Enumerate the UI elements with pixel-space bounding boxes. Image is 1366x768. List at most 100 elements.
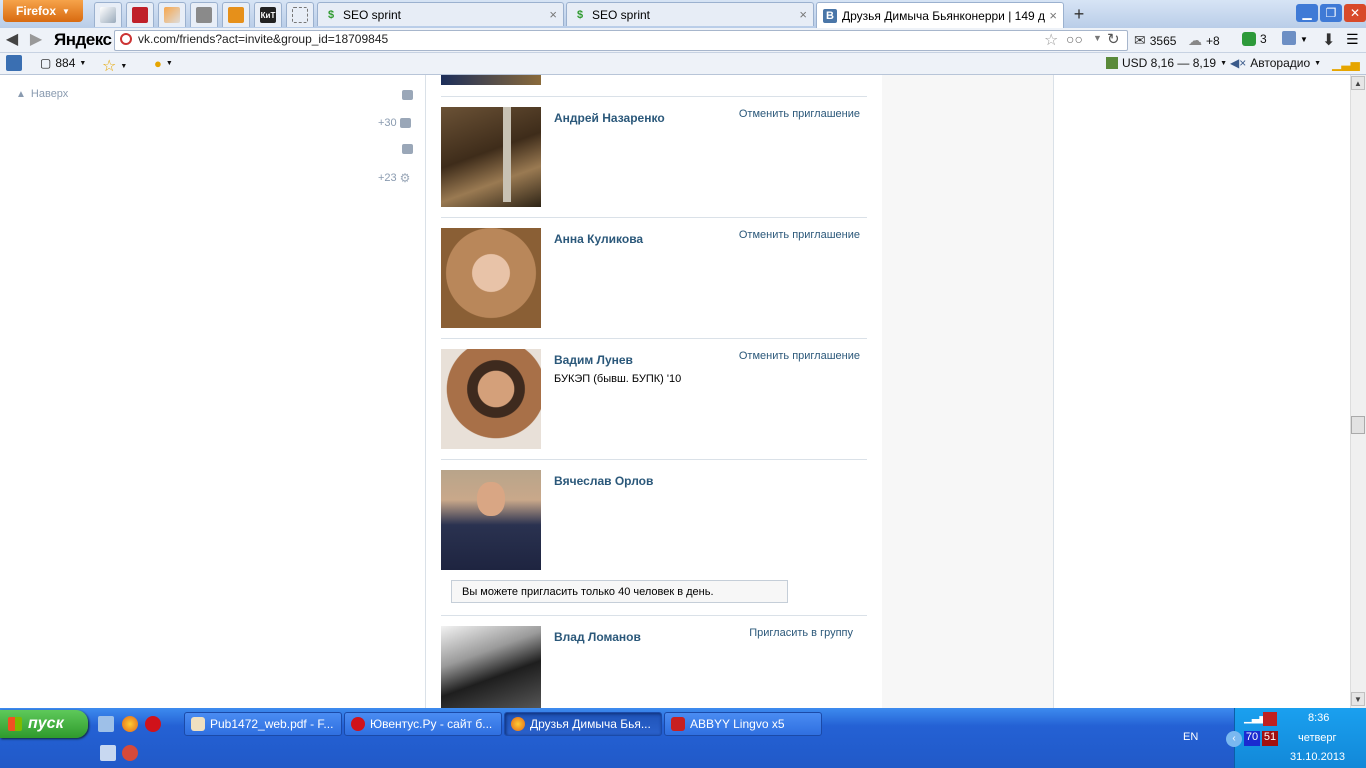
avatar[interactable]: [441, 75, 541, 85]
app-tab-4[interactable]: [190, 2, 218, 27]
weather-widget[interactable]: ☁ +8: [1188, 32, 1220, 49]
close-tab-icon[interactable]: ×: [549, 7, 557, 22]
chat-item[interactable]: ● ▼: [154, 56, 173, 71]
scroll-up-arrow-icon[interactable]: ▲: [1351, 76, 1365, 90]
cancel-invite-link[interactable]: Отменить приглашение: [739, 229, 860, 241]
tab-label: SEO sprint: [343, 7, 402, 22]
forward-arrow-icon[interactable]: ▶: [26, 30, 46, 50]
paper-plane-icon: [164, 7, 180, 23]
reader-glasses-icon[interactable]: ○○: [1066, 31, 1083, 47]
close-tab-icon[interactable]: ×: [1049, 8, 1057, 23]
clock-time[interactable]: 8:36: [1308, 712, 1329, 724]
back-arrow-icon[interactable]: ◀: [2, 30, 22, 50]
url-text[interactable]: vk.com/friends?act=invite&group_id=18709…: [138, 32, 388, 46]
firefox-icon: [511, 717, 525, 731]
start-label: пуск: [28, 715, 64, 732]
taskbar-button-label: Ювентус.Ру - сайт б...: [370, 717, 493, 731]
friends-counter[interactable]: +30: [378, 117, 411, 129]
vk-bar-icon[interactable]: [6, 55, 22, 71]
friend-row: Анна Куликова Отменить приглашение: [441, 218, 867, 339]
clock-weekday: четверг: [1298, 732, 1337, 744]
save-disk-icon[interactable]: [100, 745, 116, 761]
firefox-menu-button[interactable]: Firefox ▼: [3, 0, 83, 22]
start-button[interactable]: пуск: [0, 710, 88, 738]
close-tab-icon[interactable]: ×: [799, 7, 807, 22]
tray-expand-icon[interactable]: ‹: [1226, 731, 1242, 747]
invite-limit-notice: Вы можете пригласить только 40 человек в…: [451, 580, 788, 603]
friend-row: Вадим Лунев БУКЭП (бывш. БУПК) '10 Отмен…: [441, 339, 867, 460]
bookmark-star-icon[interactable]: ☆: [1044, 30, 1058, 50]
currency-widget[interactable]: USD 8,16 — 8,19 ▼: [1106, 56, 1227, 70]
language-indicator[interactable]: EN: [1183, 731, 1198, 743]
close-window-button[interactable]: ✕: [1344, 4, 1366, 22]
site-identity-icon[interactable]: [120, 33, 132, 45]
tool-icon[interactable]: [122, 745, 138, 761]
cpu-temp[interactable]: 70: [1244, 731, 1260, 746]
chevron-down-icon[interactable]: ▼: [1300, 35, 1308, 44]
friends-count: +30: [378, 117, 397, 129]
reload-icon[interactable]: ↻: [1107, 30, 1120, 48]
security-icon[interactable]: [1263, 712, 1277, 726]
seo-sprint-icon: $: [327, 8, 335, 21]
tab-seo-sprint-1[interactable]: $ SEO sprint ×: [317, 2, 564, 26]
show-desktop-icon[interactable]: [98, 716, 114, 732]
radio-widget[interactable]: ◀× Авторадио ▼: [1230, 56, 1321, 70]
app-tab-1[interactable]: [94, 2, 122, 27]
taskbar-button-opera[interactable]: Ювентус.Ру - сайт б...: [344, 712, 502, 736]
friend-name[interactable]: Вадим Лунев: [554, 353, 633, 367]
friend-name[interactable]: Влад Ломанов: [554, 630, 641, 644]
favorites-item[interactable]: ☆ ▼: [102, 56, 127, 76]
speech-bubble-icon: ●: [154, 56, 162, 71]
app-tab-7[interactable]: [286, 2, 314, 27]
firefox-icon[interactable]: [122, 716, 138, 732]
app-tab-3[interactable]: [158, 2, 186, 27]
tab-seo-sprint-2[interactable]: $ SEO sprint ×: [566, 2, 814, 26]
restore-button[interactable]: ❐: [1320, 4, 1342, 22]
opera-icon[interactable]: [145, 716, 161, 732]
bookmarks-count: 884: [55, 56, 76, 70]
messages-link[interactable]: [402, 90, 413, 100]
scrollbar-thumb[interactable]: [1351, 416, 1365, 434]
gpu-temp[interactable]: 51: [1262, 731, 1278, 746]
minimize-button[interactable]: ▁: [1296, 4, 1318, 22]
taskbar-button-pdf[interactable]: Pub1472_web.pdf - F...: [184, 712, 342, 736]
settings-counter[interactable]: +23 ⚙: [378, 171, 410, 185]
friend-name[interactable]: Андрей Назаренко: [554, 111, 665, 125]
app-tab-6[interactable]: КиТ: [254, 2, 282, 27]
yandex-logo[interactable]: Яндекс: [54, 29, 112, 51]
avatar[interactable]: [441, 470, 541, 570]
avatar[interactable]: [441, 349, 541, 449]
friend-name[interactable]: Анна Куликова: [554, 232, 643, 246]
vertical-scrollbar[interactable]: [1350, 75, 1366, 708]
avatar[interactable]: [441, 107, 541, 207]
avatar[interactable]: [441, 626, 541, 708]
notifications-widget[interactable]: 3: [1242, 32, 1267, 46]
envelope-icon: [402, 90, 413, 100]
friend-name[interactable]: Вячеслав Орлов: [554, 474, 653, 488]
menu-icon[interactable]: ☰: [1346, 31, 1359, 48]
scroll-down-arrow-icon[interactable]: ▼: [1351, 692, 1365, 706]
bookmarks-count-item[interactable]: ▢ 884 ▼: [40, 56, 86, 70]
taskbar-button-lingvo[interactable]: ABBYY Lingvo x5: [664, 712, 822, 736]
avatar[interactable]: [441, 228, 541, 328]
cancel-invite-link[interactable]: Отменить приглашение: [739, 108, 860, 120]
invite-to-group-link[interactable]: Пригласить в группу: [749, 627, 853, 639]
chevron-down-icon: ▼: [1314, 59, 1322, 67]
new-tab-button[interactable]: +: [1068, 4, 1090, 24]
settings-count: +23: [378, 172, 397, 184]
bookmarks-menu-icon[interactable]: [1282, 31, 1296, 45]
kit-logo-icon: КиТ: [260, 7, 276, 23]
tab-vk-friends[interactable]: В Друзья Димыча Бьянконерри | 149 др... …: [816, 2, 1064, 28]
mail-widget[interactable]: ✉ 3565: [1134, 32, 1176, 49]
taskbar-button-firefox[interactable]: Друзья Димыча Бья...: [504, 712, 662, 736]
back-to-top[interactable]: ▲ Наверх: [16, 88, 68, 100]
dropdown-arrow-icon[interactable]: ▼: [1093, 33, 1102, 43]
comments-link[interactable]: [402, 144, 413, 154]
pdf-icon: [191, 717, 205, 731]
currency-text: USD 8,16 — 8,19: [1122, 56, 1217, 70]
opera-icon: [351, 717, 365, 731]
app-tab-2[interactable]: [126, 2, 154, 27]
download-arrow-icon[interactable]: ⬇: [1322, 30, 1335, 50]
app-tab-5[interactable]: [222, 2, 250, 27]
cancel-invite-link[interactable]: Отменить приглашение: [739, 350, 860, 362]
